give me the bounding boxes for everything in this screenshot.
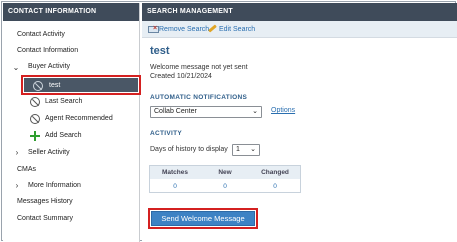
sidebar-item-seller-activity[interactable]: Seller Activity xyxy=(28,146,70,160)
search-toolbar: Remove Search Edit Search xyxy=(142,21,457,38)
remove-search-icon[interactable] xyxy=(148,25,159,33)
send-welcome-button[interactable]: Send Welcome Message xyxy=(151,211,255,226)
contact-sidebar: CONTACT INFORMATION Contact Activity Con… xyxy=(3,3,141,242)
days-history-label: Days of history to display xyxy=(150,146,228,153)
search-management-header: SEARCH MANAGEMENT xyxy=(142,3,457,21)
changed-count[interactable]: 0 xyxy=(250,180,300,193)
search-title: test xyxy=(150,45,170,57)
notification-select[interactable]: Collab Center ⌄ xyxy=(150,106,262,118)
sidebar-item-more-information[interactable]: More Information xyxy=(28,179,81,193)
new-count[interactable]: 0 xyxy=(200,180,250,193)
search-management-panel: SEARCH MANAGEMENT Remove Search Edit Sea… xyxy=(142,3,457,242)
welcome-status: Welcome message not yet sent xyxy=(150,64,248,71)
pencil-icon[interactable] xyxy=(208,24,217,33)
options-link[interactable]: Options xyxy=(271,107,295,114)
automatic-notifications-label: AUTOMATIC NOTIFICATIONS xyxy=(150,94,248,101)
days-select[interactable]: 1 ⌄ xyxy=(232,144,260,156)
sidebar-item-add-search[interactable]: Add Search xyxy=(45,129,82,143)
remove-search-button[interactable]: Remove Search xyxy=(159,21,209,38)
no-entry-icon xyxy=(30,97,40,107)
sidebar-item-buyer-activity[interactable]: Buyer Activity xyxy=(28,60,70,74)
sidebar-item-contact-activity[interactable]: Contact Activity xyxy=(17,28,65,42)
sidebar-item-test-selected[interactable]: test xyxy=(24,78,138,92)
days-select-value: 1 xyxy=(236,146,240,153)
no-entry-icon xyxy=(33,81,43,91)
new-header: New xyxy=(218,169,232,176)
sidebar-item-test-label: test xyxy=(49,82,61,89)
sidebar-item-test-highlight[interactable]: test xyxy=(21,75,141,95)
matches-count[interactable]: 0 xyxy=(150,180,200,193)
chevron-down-icon[interactable]: ⌄ xyxy=(12,61,20,75)
app-frame: CONTACT INFORMATION Contact Activity Con… xyxy=(1,1,457,242)
add-icon xyxy=(30,131,40,141)
dropdown-arrow-icon: ⌄ xyxy=(252,108,258,115)
contact-info-header: CONTACT INFORMATION xyxy=(3,3,139,21)
matches-header: Matches xyxy=(161,169,188,176)
no-entry-icon xyxy=(30,114,40,124)
activity-label: ACTIVITY xyxy=(150,130,183,137)
sidebar-item-last-search[interactable]: Last Search xyxy=(45,95,82,109)
sidebar-item-cmas[interactable]: CMAs xyxy=(17,163,36,177)
chevron-right-icon[interactable]: › xyxy=(13,179,21,193)
send-welcome-highlight: Send Welcome Message xyxy=(148,208,258,229)
sidebar-item-contact-information[interactable]: Contact Information xyxy=(17,44,78,58)
sidebar-item-contact-summary[interactable]: Contact Summary xyxy=(17,212,73,226)
sidebar-item-messages-history[interactable]: Messages History xyxy=(17,195,73,209)
notification-select-value: Collab Center xyxy=(154,108,197,115)
chevron-right-icon[interactable]: › xyxy=(13,146,21,160)
dropdown-arrow-icon: ⌄ xyxy=(250,146,256,153)
edit-search-button[interactable]: Edit Search xyxy=(219,21,255,38)
changed-header: Changed xyxy=(261,169,289,176)
activity-stats-table: Matches New Changed 0 0 0 xyxy=(149,165,301,193)
sidebar-item-agent-recommended[interactable]: Agent Recommended xyxy=(45,112,113,126)
created-date: Created 10/21/2024 xyxy=(150,73,212,80)
